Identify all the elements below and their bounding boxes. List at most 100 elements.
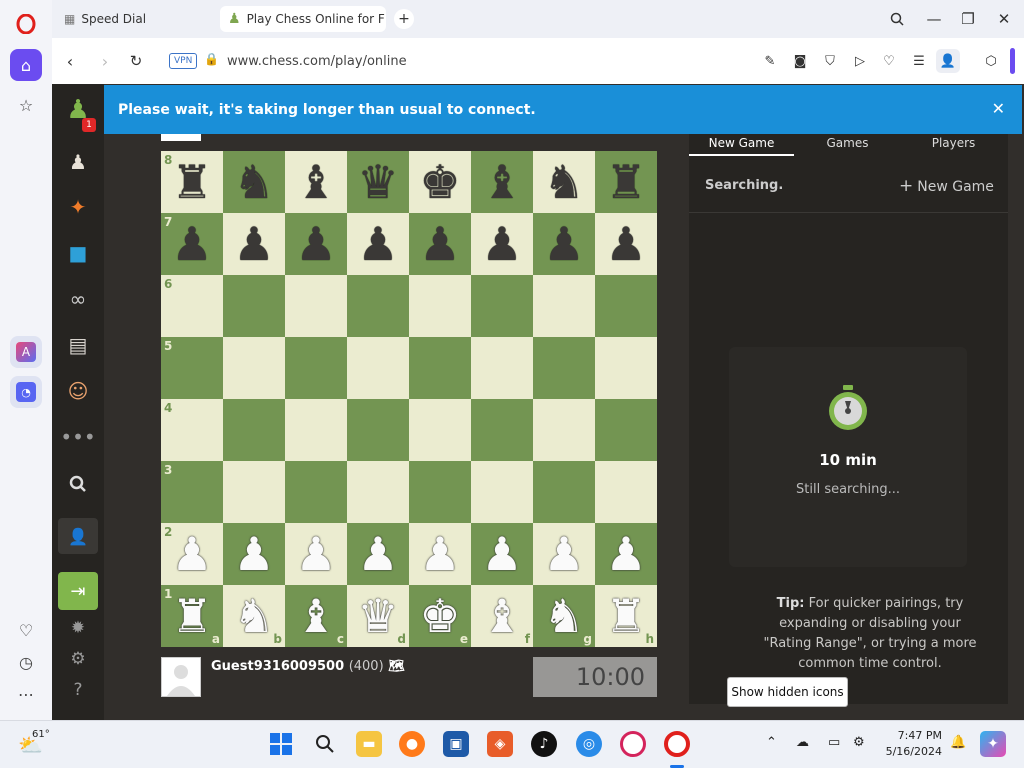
discord-app-icon[interactable]: ◔ xyxy=(10,376,42,408)
file-explorer-icon[interactable]: ▬ xyxy=(356,731,382,757)
white-piece[interactable]: ♜ xyxy=(161,585,223,647)
black-piece[interactable]: ♟ xyxy=(347,213,409,275)
tab-chess[interactable]: ♟ Play Chess Online for FREE xyxy=(220,6,386,32)
white-piece[interactable]: ♟ xyxy=(285,523,347,585)
theme-sun-icon[interactable]: ✹ xyxy=(64,614,92,642)
bookmarks-star-icon[interactable]: ☆ xyxy=(10,89,42,121)
square-c6[interactable] xyxy=(285,275,347,337)
close-banner-icon[interactable]: ✕ xyxy=(992,99,1005,118)
puzzle-icon[interactable]: ✦ xyxy=(64,193,92,221)
square-c4[interactable] xyxy=(285,399,347,461)
black-piece[interactable]: ♟ xyxy=(285,213,347,275)
white-piece[interactable]: ♝ xyxy=(471,585,533,647)
square-a2[interactable]: 2 ♟ xyxy=(161,523,223,585)
square-e5[interactable] xyxy=(409,337,471,399)
square-a5[interactable]: 5 xyxy=(161,337,223,399)
square-d3[interactable] xyxy=(347,461,409,523)
opera-icon[interactable] xyxy=(664,731,690,757)
home-icon[interactable]: ⌂ xyxy=(10,49,42,81)
square-f4[interactable] xyxy=(471,399,533,461)
square-g3[interactable] xyxy=(533,461,595,523)
square-g2[interactable]: ♟ xyxy=(533,523,595,585)
shield-icon[interactable]: ⛉ xyxy=(820,51,840,71)
square-h3[interactable] xyxy=(595,461,657,523)
login-icon[interactable]: ⇥ xyxy=(58,572,98,610)
social-users-icon[interactable]: ☺ xyxy=(64,377,92,405)
square-b7[interactable]: ♟ xyxy=(223,213,285,275)
square-a1[interactable]: 1 a ♜ xyxy=(161,585,223,647)
square-c7[interactable]: ♟ xyxy=(285,213,347,275)
black-piece[interactable]: ♛ xyxy=(347,151,409,213)
square-g5[interactable] xyxy=(533,337,595,399)
white-piece[interactable]: ♚ xyxy=(409,585,471,647)
history-clock-icon[interactable]: ◷ xyxy=(10,646,42,678)
app-orange-icon[interactable]: ◈ xyxy=(487,731,513,757)
black-piece[interactable]: ♟ xyxy=(161,213,223,275)
more-dots-icon[interactable]: ••• xyxy=(60,423,95,451)
square-a4[interactable]: 4 xyxy=(161,399,223,461)
square-b1[interactable]: b ♞ xyxy=(223,585,285,647)
new-tab-button[interactable]: + xyxy=(394,9,414,29)
square-e4[interactable] xyxy=(409,399,471,461)
edit-icon[interactable]: ✎ xyxy=(760,51,780,71)
square-f1[interactable]: f ♝ xyxy=(471,585,533,647)
white-piece[interactable]: ♝ xyxy=(285,585,347,647)
square-g7[interactable]: ♟ xyxy=(533,213,595,275)
notification-bell-icon[interactable]: 🔔 xyxy=(950,735,966,750)
heart-icon[interactable]: ♡ xyxy=(10,614,42,646)
chess-board[interactable]: 8 ♜ ♞ ♝ ♛ ♚ ♝ ♞ ♜ 7 ♟ ♟ ♟ ♟ ♟ ♟ ♟ ♟ 6 5 4 3 2 ♟ ♟ ♟ ♟ ♟ ♟ ♟ ♟ 1 a ♜ b ♞ c ♝ d ♛… xyxy=(161,151,657,647)
black-piece[interactable]: ♝ xyxy=(285,151,347,213)
white-piece[interactable]: ♟ xyxy=(347,523,409,585)
square-g4[interactable] xyxy=(533,399,595,461)
new-game-button[interactable]: + New Game xyxy=(899,176,994,196)
square-d8[interactable]: ♛ xyxy=(347,151,409,213)
extensions-cube-icon[interactable]: ⬡ xyxy=(981,51,1001,71)
square-e1[interactable]: e ♚ xyxy=(409,585,471,647)
square-b6[interactable] xyxy=(223,275,285,337)
black-piece[interactable]: ♞ xyxy=(223,151,285,213)
close-window-icon[interactable]: ✕ xyxy=(992,8,1016,30)
square-b4[interactable] xyxy=(223,399,285,461)
square-d5[interactable] xyxy=(347,337,409,399)
white-piece[interactable]: ♞ xyxy=(223,585,285,647)
black-piece[interactable]: ♟ xyxy=(595,213,657,275)
white-piece[interactable]: ♞ xyxy=(533,585,595,647)
copilot-icon[interactable]: ✦ xyxy=(980,731,1006,757)
square-a8[interactable]: 8 ♜ xyxy=(161,151,223,213)
virtualbox-icon[interactable]: ▣ xyxy=(443,731,469,757)
square-f8[interactable]: ♝ xyxy=(471,151,533,213)
square-h6[interactable] xyxy=(595,275,657,337)
search-tabs-icon[interactable] xyxy=(885,8,909,30)
square-a6[interactable]: 6 xyxy=(161,275,223,337)
search-icon[interactable] xyxy=(64,470,92,498)
black-piece[interactable]: ♟ xyxy=(223,213,285,275)
start-windows-icon[interactable] xyxy=(268,731,294,757)
profile-icon[interactable]: 👤 xyxy=(936,49,960,73)
learn-cube-icon[interactable]: ■ xyxy=(64,239,92,267)
square-g1[interactable]: g ♞ xyxy=(533,585,595,647)
square-h2[interactable]: ♟ xyxy=(595,523,657,585)
tab-games[interactable]: Games xyxy=(795,136,900,156)
black-piece[interactable]: ♜ xyxy=(161,151,223,213)
play-hand-icon[interactable]: ♟ xyxy=(64,148,92,176)
network-icon[interactable]: ⚙ xyxy=(853,735,865,750)
square-b3[interactable] xyxy=(223,461,285,523)
heart-outline-icon[interactable]: ♡ xyxy=(879,51,899,71)
minimize-icon[interactable]: — xyxy=(922,8,946,30)
square-d6[interactable] xyxy=(347,275,409,337)
square-b8[interactable]: ♞ xyxy=(223,151,285,213)
tab-players[interactable]: Players xyxy=(901,136,1006,156)
onedrive-icon[interactable]: ☁ xyxy=(796,735,809,750)
send-icon[interactable]: ▷ xyxy=(850,51,870,71)
black-piece[interactable]: ♟ xyxy=(409,213,471,275)
firefox-icon[interactable]: ● xyxy=(399,731,425,757)
square-f6[interactable] xyxy=(471,275,533,337)
white-piece[interactable]: ♟ xyxy=(595,523,657,585)
black-piece[interactable]: ♜ xyxy=(595,151,657,213)
square-e2[interactable]: ♟ xyxy=(409,523,471,585)
square-f7[interactable]: ♟ xyxy=(471,213,533,275)
white-piece[interactable]: ♛ xyxy=(347,585,409,647)
square-h1[interactable]: h ♜ xyxy=(595,585,657,647)
settings-gear-icon[interactable]: ⚙ xyxy=(64,645,92,673)
display-icon[interactable]: ▭ xyxy=(828,735,840,750)
